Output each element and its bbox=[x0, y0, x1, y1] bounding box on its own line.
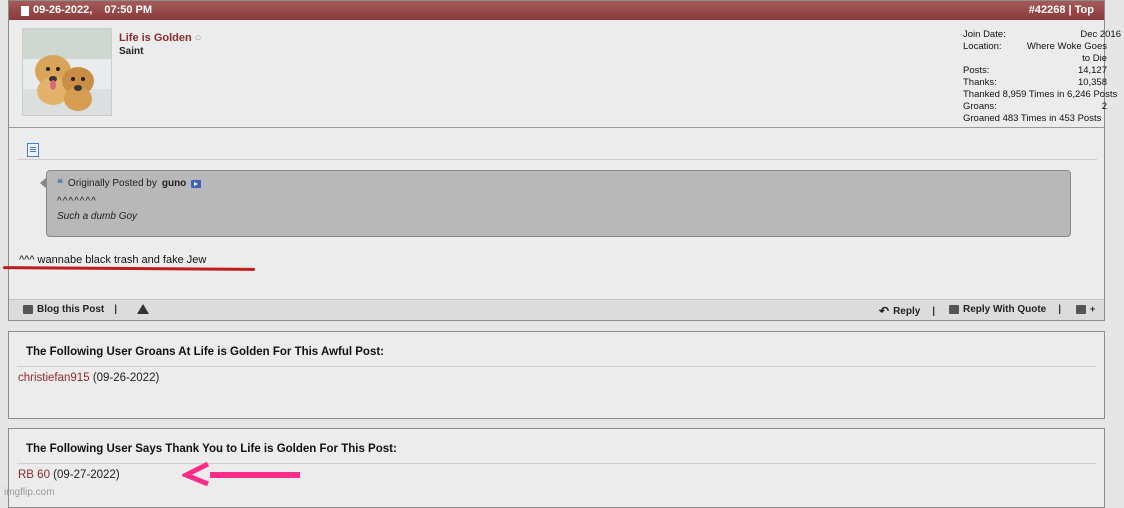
post-footer: Blog this Post | ↶ Reply | Reply With Qu… bbox=[9, 299, 1104, 320]
groans-user-link[interactable]: christiefan915 bbox=[18, 372, 90, 384]
document-icon bbox=[21, 5, 29, 16]
multi-quote-icon bbox=[1076, 304, 1086, 314]
groaned-stat: Groaned 483 Times in 453 Posts bbox=[963, 113, 1102, 124]
reply-with-quote-label: Reply With Quote bbox=[963, 304, 1047, 315]
post-message: ^^^ wannabe black trash and fake Jew bbox=[19, 254, 207, 266]
avatar[interactable] bbox=[22, 28, 112, 116]
post-time-text: 07:50 PM bbox=[104, 4, 153, 16]
location-label: Location: bbox=[963, 41, 1002, 52]
posts-label: Posts: bbox=[963, 65, 990, 76]
groans-label: Groans: bbox=[963, 101, 997, 112]
join-date-label: Join Date: bbox=[963, 29, 1006, 40]
red-underline-annotation bbox=[2, 266, 256, 271]
username[interactable]: Life is Golden ○ bbox=[119, 32, 201, 44]
thanks-label: Thanks: bbox=[963, 77, 997, 88]
warning-icon bbox=[137, 304, 149, 314]
quote-icon: ❝ bbox=[57, 178, 63, 190]
thanks-divider bbox=[17, 463, 1096, 464]
quote-prefix: Originally Posted by bbox=[67, 178, 157, 189]
thanks-title: The Following User Says Thank You to Lif… bbox=[26, 443, 397, 455]
avatar-dogs-image bbox=[23, 29, 111, 115]
pink-arrow-shaft bbox=[210, 472, 300, 478]
blog-label: Blog this Post bbox=[37, 304, 105, 315]
groans-date: (09-26-2022) bbox=[92, 372, 160, 384]
post-number-area: #42268 | Top bbox=[1028, 4, 1094, 16]
post-icon bbox=[27, 143, 39, 157]
user-title: Saint bbox=[119, 46, 144, 57]
username-text[interactable]: Life is Golden bbox=[119, 32, 192, 44]
quote-block: ❝ Originally Posted by guno ^^^^^^^ Such… bbox=[40, 170, 1071, 237]
quote-line-1: ^^^^^^^ bbox=[57, 196, 97, 207]
reply-button[interactable]: ↶ Reply | bbox=[879, 304, 935, 318]
thanks-box: The Following User Says Thank You to Lif… bbox=[8, 428, 1105, 508]
posts-value: 14,127 bbox=[1077, 65, 1107, 76]
post-number-link[interactable]: #42268 bbox=[1029, 4, 1066, 16]
top-link[interactable]: Top bbox=[1075, 4, 1094, 16]
quote-poster: guno bbox=[161, 178, 187, 189]
post-header: 09-26-2022, 07:50 PM #42268 | Top bbox=[9, 1, 1104, 20]
reply-arrow-icon: ↶ bbox=[879, 304, 890, 318]
thanks-user-link[interactable]: RB 60 bbox=[18, 469, 50, 481]
body-divider bbox=[17, 159, 1097, 160]
reply-with-quote-button[interactable]: Reply With Quote | bbox=[949, 304, 1061, 315]
location-value: Where Woke Goes bbox=[1026, 41, 1107, 52]
multi-quote-button[interactable]: + bbox=[1076, 304, 1095, 314]
forum-post: 09-26-2022, 07:50 PM #42268 | Top Life i… bbox=[2, 0, 1121, 321]
blog-this-post-button[interactable]: Blog this Post | bbox=[23, 304, 117, 315]
thanks-value: 10,358 bbox=[1077, 77, 1107, 88]
groans-entry: christiefan915 (09-26-2022) bbox=[18, 372, 159, 384]
thanked-stat: Thanked 8,959 Times in 6,246 Posts bbox=[963, 89, 1118, 100]
post-date: 09-26-2022, 07:50 PM bbox=[21, 1, 152, 20]
reply-label: Reply bbox=[893, 305, 921, 317]
groans-divider bbox=[17, 366, 1096, 367]
user-stats: Join Date: Dec 2016 Location: Where Woke G… bbox=[963, 29, 1121, 125]
thanks-entry: RB 60 (09-27-2022) bbox=[18, 469, 120, 481]
location-value-cont: to Die bbox=[1082, 53, 1107, 64]
post-date-text: 09-26-2022, bbox=[33, 4, 93, 16]
blog-icon bbox=[23, 305, 33, 314]
thanks-date: (09-27-2022) bbox=[53, 469, 120, 481]
online-status-icon: ○ bbox=[194, 32, 202, 44]
user-info: Life is Golden ○ Saint Join Date: Dec 2016… bbox=[9, 20, 1121, 128]
quote-header: ❝ Originally Posted by guno bbox=[57, 177, 202, 190]
quote-line-2: Such a dumb Goy bbox=[57, 211, 138, 222]
imgflip-watermark: imgflip.com bbox=[4, 487, 55, 498]
groans-box: The Following User Groans At Life is Gol… bbox=[8, 331, 1105, 419]
join-date-value: Dec 2016 bbox=[1080, 29, 1121, 40]
quote-reply-icon bbox=[949, 305, 959, 314]
groans-value: 2 bbox=[1101, 101, 1107, 112]
report-button[interactable] bbox=[137, 304, 149, 314]
groans-title: The Following User Groans At Life is Gol… bbox=[26, 346, 385, 358]
quote-notch bbox=[40, 177, 47, 189]
view-post-icon[interactable] bbox=[191, 179, 202, 188]
pink-arrow-annotation bbox=[182, 462, 210, 486]
